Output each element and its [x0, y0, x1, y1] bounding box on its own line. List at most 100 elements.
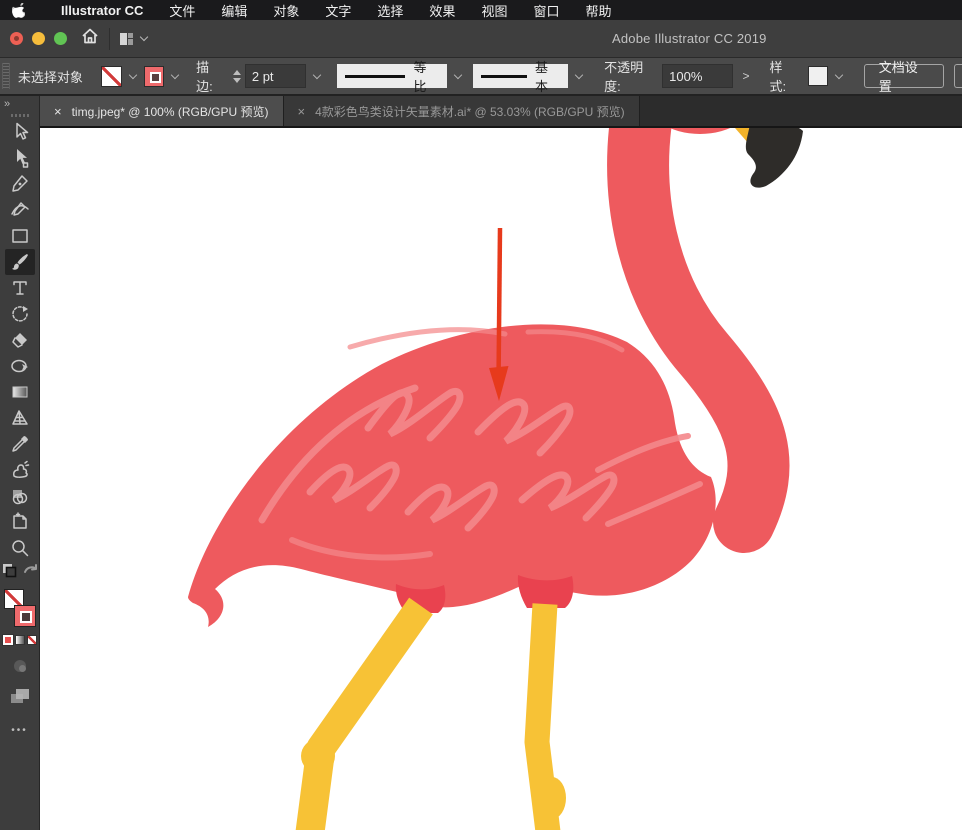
tab-label: timg.jpeg* @ 100% (RGB/GPU 预览)	[72, 103, 269, 120]
color-mode-buttons	[3, 635, 37, 645]
titlebar-divider	[109, 28, 110, 50]
rectangle-tool[interactable]	[5, 223, 35, 249]
width-profile-chevron-icon[interactable]	[453, 70, 461, 78]
menu-bar: Illustrator CC 文件 编辑 对象 文字 选择 效果 视图 窗口 帮…	[0, 0, 962, 20]
document-tab-active[interactable]: × timg.jpeg* @ 100% (RGB/GPU 预览)	[40, 96, 284, 126]
zoom-window-button[interactable]	[54, 32, 67, 45]
screen-mode-button[interactable]	[5, 683, 35, 709]
selection-status: 未选择对象	[18, 67, 102, 86]
style-swatch[interactable]	[808, 66, 828, 86]
tab-label: 4款彩色鸟类设计矢量素材.ai* @ 53.03% (RGB/GPU 预览)	[315, 103, 625, 120]
color-button[interactable]	[3, 635, 13, 645]
fill-stroke-indicator[interactable]	[4, 589, 36, 627]
menu-item-effect[interactable]: 效果	[429, 1, 455, 20]
artboard-canvas[interactable]	[40, 128, 962, 830]
width-profile-label: 等比	[413, 57, 438, 95]
stroke-chevron-icon[interactable]	[171, 70, 179, 78]
pen-tool[interactable]	[5, 171, 35, 197]
minimize-window-button[interactable]	[32, 32, 45, 45]
selection-tool[interactable]	[5, 119, 35, 145]
menu-item-type[interactable]: 文字	[325, 1, 351, 20]
paintbrush-tool[interactable]	[5, 249, 35, 275]
direct-selection-tool[interactable]	[5, 145, 35, 171]
expand-panel-icon[interactable]: »	[4, 98, 9, 110]
home-icon[interactable]	[81, 28, 99, 49]
title-bar: Adobe Illustrator CC 2019	[0, 20, 962, 58]
width-profile-dropdown[interactable]: 等比	[337, 64, 446, 88]
brush-chevron-icon[interactable]	[575, 70, 583, 78]
illustrator-window: Illustrator CC 文件 编辑 对象 文字 选择 效果 视图 窗口 帮…	[0, 0, 962, 830]
rotate-tool[interactable]	[5, 301, 35, 327]
none-button[interactable]	[27, 635, 37, 645]
fill-chevron-icon[interactable]	[129, 70, 137, 78]
stroke-weight-input[interactable]: 2 pt	[245, 64, 306, 88]
menu-item-object[interactable]: 对象	[273, 1, 299, 20]
menu-item-help[interactable]: 帮助	[585, 1, 611, 20]
menu-item-file[interactable]: 文件	[169, 1, 195, 20]
drawing-mode-button[interactable]	[5, 653, 35, 679]
type-tool[interactable]	[5, 275, 35, 301]
style-label[interactable]: 样式:	[770, 57, 799, 95]
eraser-tool[interactable]	[5, 327, 35, 353]
perspective-grid-tool[interactable]	[5, 405, 35, 431]
scale-tool[interactable]	[5, 353, 35, 379]
menu-item-window[interactable]: 窗口	[533, 1, 559, 20]
undo-arrow-icon[interactable]	[23, 564, 38, 583]
menu-item-edit[interactable]: 编辑	[221, 1, 247, 20]
main-area: »	[0, 96, 962, 830]
edit-toolbar-button[interactable]: •••	[11, 725, 28, 736]
brush-preview	[481, 75, 528, 78]
chevron-down-icon[interactable]	[140, 33, 148, 41]
close-window-button[interactable]	[10, 32, 23, 45]
control-bar: 未选择对象 描边: 2 pt 等比 基本 不透明度: 100% > 样式: 文档…	[0, 58, 962, 96]
document-area: × timg.jpeg* @ 100% (RGB/GPU 预览) × 4款彩色鸟…	[40, 96, 962, 830]
tools-panel: »	[0, 96, 40, 830]
tools-panel-grip[interactable]	[11, 114, 29, 117]
menu-item-select[interactable]: 选择	[377, 1, 403, 20]
stroke-weight-stepper[interactable]	[233, 70, 241, 83]
brush-definition-dropdown[interactable]: 基本	[473, 64, 569, 88]
menu-app-name[interactable]: Illustrator CC	[61, 3, 143, 18]
flamingo-legs	[301, 604, 566, 830]
panel-grip[interactable]	[2, 63, 10, 89]
gradient-button[interactable]	[15, 635, 25, 645]
front-knee	[301, 739, 335, 773]
draw-normal-mode-icon[interactable]	[2, 563, 17, 583]
stroke-weight-chevron-icon[interactable]	[312, 70, 320, 78]
toolbar-mini-row	[2, 563, 38, 583]
menu-item-view[interactable]: 视图	[481, 1, 507, 20]
curvature-tool[interactable]	[5, 197, 35, 223]
window-title: Adobe Illustrator CC 2019	[612, 31, 767, 46]
shape-builder-tool[interactable]	[5, 483, 35, 509]
preferences-button-partial[interactable]	[954, 64, 962, 88]
zoom-tool[interactable]	[5, 535, 35, 561]
style-chevron-icon[interactable]	[835, 70, 843, 78]
stroke-weight-value: 2 pt	[252, 69, 274, 84]
fill-swatch[interactable]	[101, 66, 121, 87]
stroke-label[interactable]: 描边:	[196, 57, 225, 95]
document-setup-label: 文档设置	[879, 57, 930, 95]
symbol-sprayer-tool[interactable]	[5, 457, 35, 483]
annotation-arrow	[489, 228, 509, 401]
document-tab-inactive[interactable]: × 4款彩色鸟类设计矢量素材.ai* @ 53.03% (RGB/GPU 预览)	[284, 96, 640, 126]
flamingo-illustration	[40, 128, 961, 830]
document-tab-bar: × timg.jpeg* @ 100% (RGB/GPU 预览) × 4款彩色鸟…	[40, 96, 962, 128]
opacity-more-arrow[interactable]: >	[743, 69, 750, 83]
close-tab-icon[interactable]: ×	[54, 104, 62, 119]
eyedropper-tool[interactable]	[5, 431, 35, 457]
apple-logo-icon[interactable]	[12, 3, 25, 18]
gradient-tool[interactable]	[5, 379, 35, 405]
stroke-color-swatch[interactable]	[144, 66, 164, 87]
workspace-layout-icon[interactable]	[120, 33, 133, 45]
artboard-tool[interactable]	[5, 509, 35, 535]
opacity-input[interactable]: 100%	[662, 64, 732, 88]
stroke-indicator-coral[interactable]	[14, 605, 36, 627]
brush-definition-label: 基本	[535, 57, 560, 95]
flamingo-beak-black	[746, 128, 803, 188]
close-tab-icon[interactable]: ×	[298, 104, 306, 119]
back-knee	[538, 777, 566, 819]
document-setup-button[interactable]: 文档设置	[864, 64, 945, 88]
flamingo-body	[188, 324, 716, 627]
front-leg	[309, 606, 421, 830]
opacity-label[interactable]: 不透明度:	[604, 57, 658, 95]
